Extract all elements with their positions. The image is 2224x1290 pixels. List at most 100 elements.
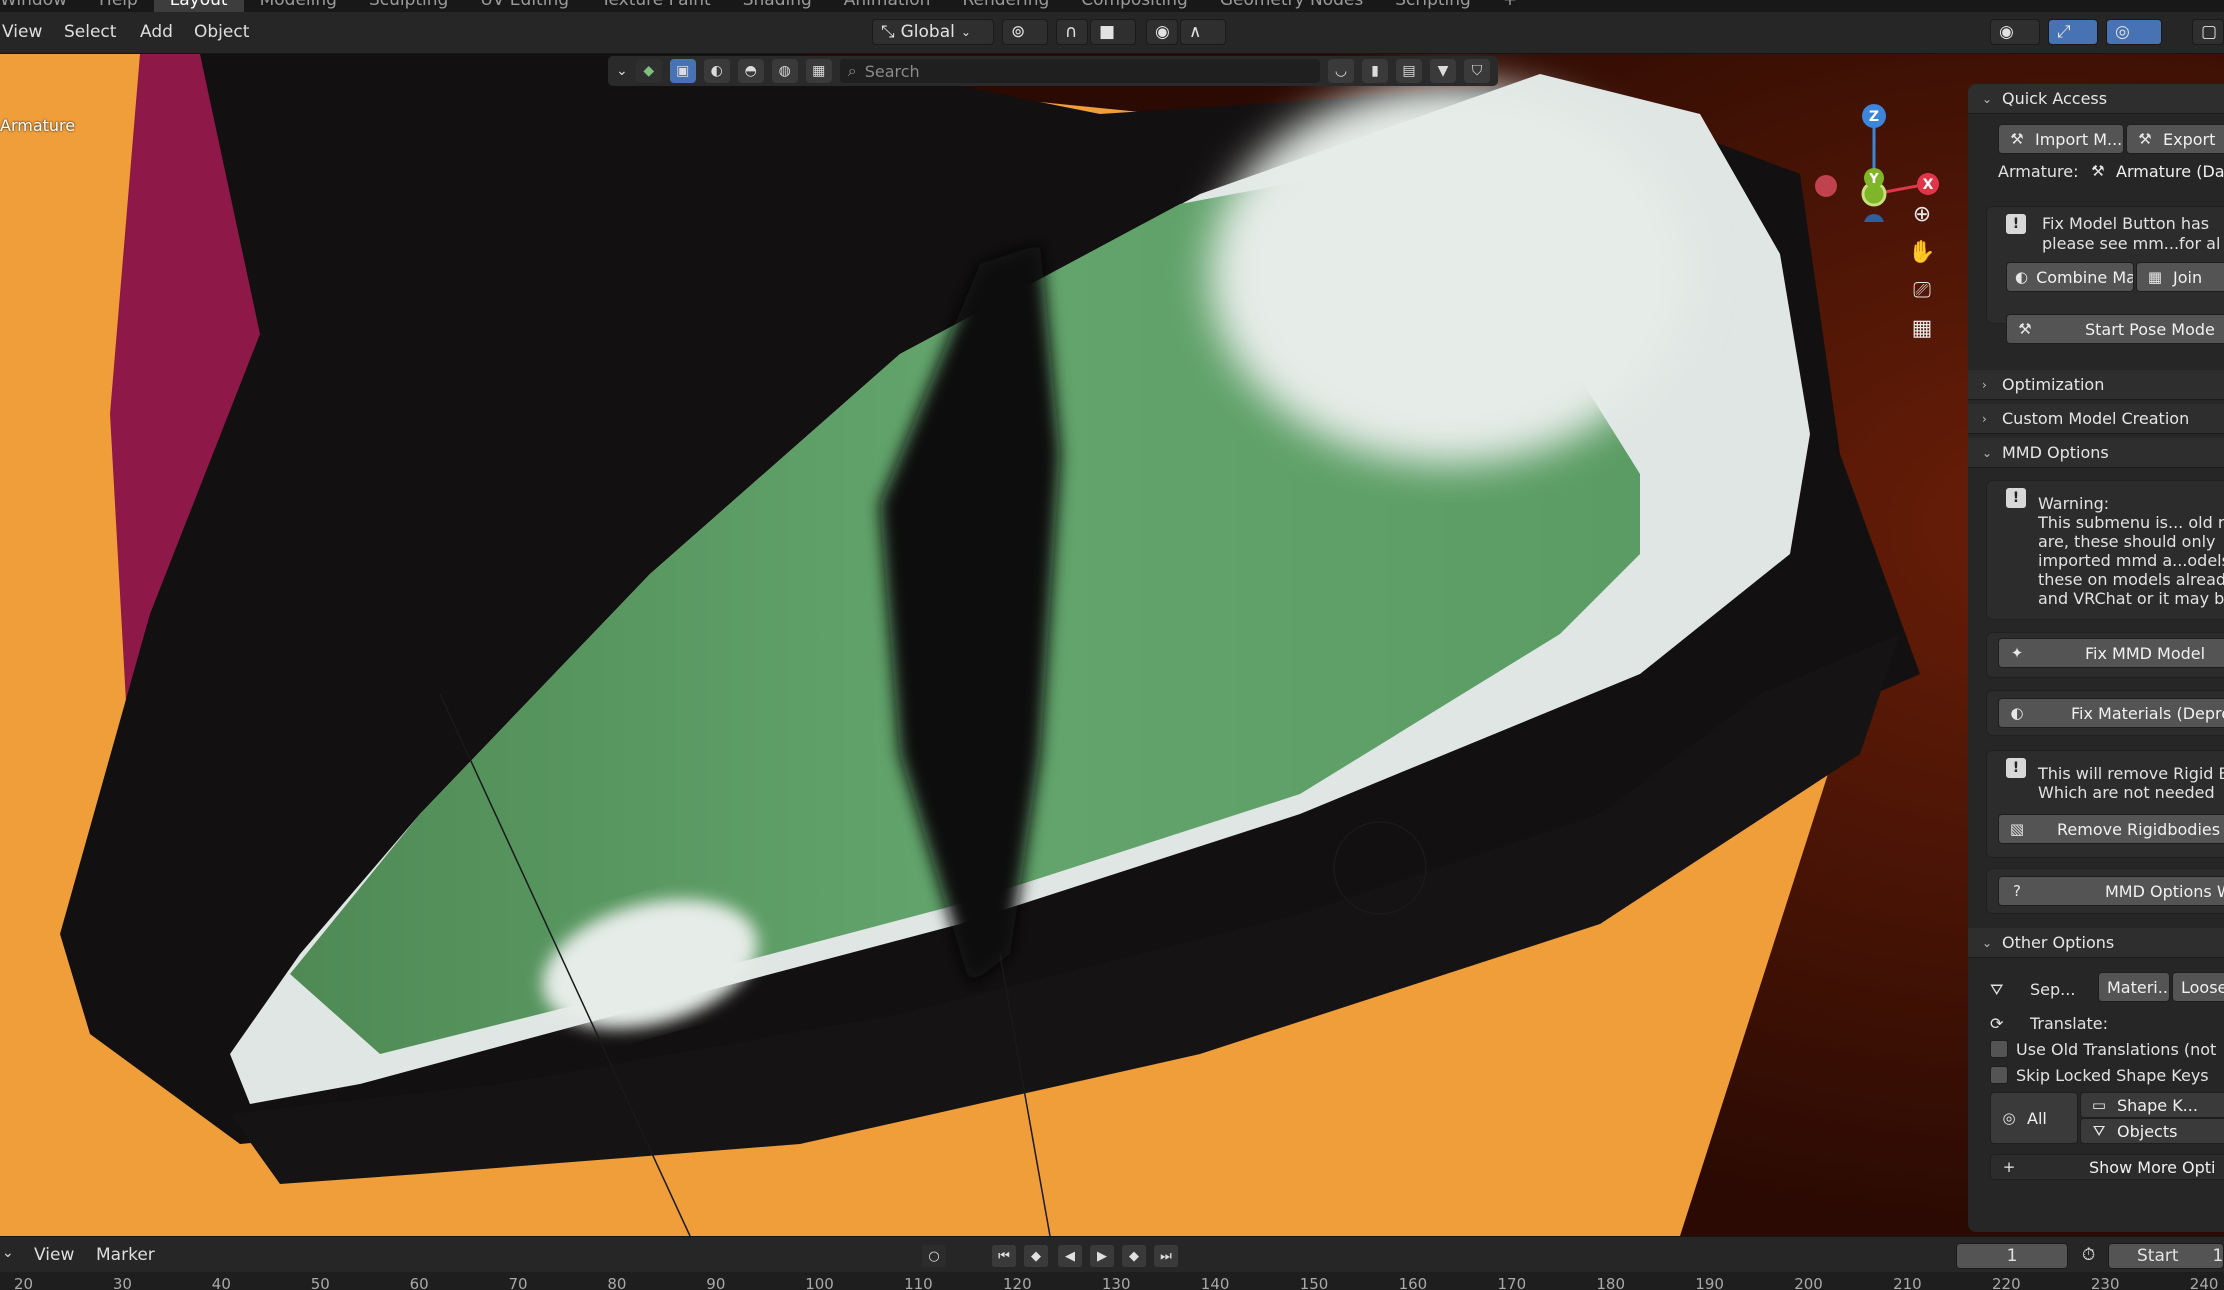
stopwatch-icon[interactable]: ⏱: [2082, 1245, 2095, 1265]
show-more-label: Show More Opti: [2089, 1157, 2216, 1177]
translate-all-button[interactable]: ◎ All: [1990, 1092, 2078, 1144]
mmd-options-header[interactable]: ⌄ MMD Options: [1968, 438, 2224, 468]
filter-icon[interactable]: ▼: [1430, 59, 1456, 83]
translate-shape-keys-button[interactable]: ▭ Shape K...: [2080, 1092, 2224, 1118]
use-old-translations-checkbox[interactable]: [1990, 1040, 2008, 1058]
optimization-header[interactable]: › Optimization: [1968, 370, 2224, 400]
xray-icon: ▢: [2201, 22, 2218, 42]
frame-tick-label: 50: [310, 1275, 330, 1290]
material-icon: ◐: [2010, 704, 2024, 722]
current-frame-field[interactable]: 1: [1956, 1243, 2068, 1269]
overlay-toggle[interactable]: ◎: [2106, 19, 2162, 45]
help-icon: ?: [2013, 882, 2021, 900]
mmd-options-wiki-button[interactable]: ? MMD Options W: [1998, 876, 2224, 906]
workspace-tab[interactable]: Animation: [828, 0, 947, 12]
workspace-tab[interactable]: Scripting: [1379, 0, 1487, 12]
shading-material-icon[interactable]: ◓: [737, 59, 764, 83]
camera-icon[interactable]: ⎚: [1908, 276, 1936, 304]
bookmark-icon[interactable]: ▮: [1362, 59, 1388, 83]
menu-view[interactable]: View: [2, 22, 42, 42]
menu-select[interactable]: Select: [64, 22, 116, 42]
workspace-tab[interactable]: Shading: [727, 0, 828, 12]
fix-materials-button[interactable]: ◐ Fix Materials (Depre: [1998, 698, 2224, 728]
remove-info-line-1: This will remove Rigid B: [2038, 764, 2224, 783]
chevron-down-icon[interactable]: ⌄: [616, 63, 628, 79]
gizmo-x-label: X: [1923, 177, 1934, 193]
gizmo-toggle[interactable]: ⤢: [2048, 19, 2098, 45]
workspace-tab[interactable]: Help: [83, 0, 154, 12]
workspace-tab[interactable]: UV Editing: [464, 0, 585, 12]
export-button[interactable]: ⚒ Export: [2126, 124, 2224, 154]
orientation-icon: ⤡: [881, 22, 895, 42]
show-more-options-button[interactable]: + Show More Opti: [1990, 1154, 2224, 1180]
next-keyframe-icon[interactable]: ◆: [1122, 1245, 1146, 1267]
workspace-tab[interactable]: Geometry Nodes: [1204, 0, 1379, 12]
armature-selector[interactable]: ⚒ Armature (Da: [2080, 156, 2224, 186]
separate-materials-button[interactable]: Materi...: [2098, 972, 2170, 1002]
visibility-dropdown[interactable]: ◉: [1990, 19, 2040, 45]
3d-viewport[interactable]: ⌄ ◆ ▣ ◐ ◓ ◍ ▦ ⌕ Search ◡ ▮ ▤ ▼ ⛉ Armatur…: [0, 54, 2224, 1236]
layout-icon[interactable]: ▤: [1396, 59, 1422, 83]
shading-rendered-icon[interactable]: ◍: [771, 59, 798, 83]
workspace-tab[interactable]: +: [1487, 0, 1533, 12]
fix-mmd-model-button[interactable]: ✦ Fix MMD Model: [1998, 638, 2224, 668]
start-pose-mode-button[interactable]: ⚒ Start Pose Mode: [2006, 314, 2224, 344]
timeline-menu-marker[interactable]: Marker: [96, 1245, 155, 1265]
mesh-grid-icon: ▦: [2147, 268, 2163, 286]
object-type-icon[interactable]: ◆: [635, 59, 662, 83]
custom-model-header[interactable]: › Custom Model Creation: [1968, 404, 2224, 434]
jump-start-icon[interactable]: ⏮: [992, 1245, 1016, 1267]
search-input[interactable]: ⌕ Search: [839, 59, 1320, 83]
snap-target-dropdown[interactable]: ■: [1090, 19, 1136, 45]
frame-tick-label: 150: [1299, 1275, 1329, 1290]
join-meshes-button[interactable]: ▦ Join: [2136, 262, 2224, 292]
quick-access-header[interactable]: ⌄ Quick Access: [1968, 84, 2224, 114]
jump-end-icon[interactable]: ⏭: [1154, 1245, 1178, 1267]
snap-grid-icon[interactable]: ▦: [805, 59, 832, 83]
translate-objects-button[interactable]: ⛛ Objects: [2080, 1118, 2224, 1144]
select-box-icon[interactable]: ▣: [669, 59, 696, 83]
start-frame-field[interactable]: Start 1: [2108, 1243, 2224, 1269]
timeline-menu-view[interactable]: View: [34, 1245, 74, 1265]
zoom-icon[interactable]: ⊕: [1908, 200, 1936, 228]
play-icon[interactable]: ▶: [1090, 1245, 1114, 1267]
frame-tick-label: 170: [1497, 1275, 1527, 1290]
hand-pan-icon[interactable]: ✋: [1908, 238, 1936, 266]
workspace-tab[interactable]: Sculpting: [353, 0, 464, 12]
skip-locked-checkbox[interactable]: [1990, 1066, 2008, 1084]
menu-add[interactable]: Add: [140, 22, 173, 42]
shading-solid-icon[interactable]: ◐: [703, 59, 730, 83]
other-options-header[interactable]: ⌄ Other Options: [1968, 928, 2224, 958]
proportional-edit-toggle[interactable]: ◉: [1146, 19, 1178, 45]
keying-icon[interactable]: ○: [922, 1245, 946, 1267]
separate-loose-button[interactable]: Loose: [2172, 972, 2224, 1002]
workspace-tab[interactable]: Modeling: [244, 0, 353, 12]
xray-toggle[interactable]: ▢: [2192, 19, 2224, 45]
workspace-tab[interactable]: Layout: [153, 0, 244, 12]
chevron-down-icon[interactable]: ⌄: [2, 1245, 14, 1261]
eye-icon: ◉: [1999, 22, 2014, 42]
prev-keyframe-icon[interactable]: ◆: [1024, 1245, 1048, 1267]
gizmo-y-label: Y: [1868, 172, 1879, 187]
workspace-tab[interactable]: Texture Paint: [585, 0, 727, 12]
menu-object[interactable]: Object: [194, 22, 249, 42]
workspace-tab[interactable]: Rendering: [946, 0, 1065, 12]
all-label: All: [2027, 1108, 2047, 1128]
play-reverse-icon[interactable]: ◀: [1058, 1245, 1082, 1267]
falloff-dropdown[interactable]: ∧: [1180, 19, 1226, 45]
shield-icon[interactable]: ⛉: [1464, 59, 1490, 83]
workspace-tab[interactable]: Window: [0, 0, 83, 12]
snap-toggle[interactable]: ∩: [1056, 19, 1088, 45]
warning-line-5: and VRChat or it may b: [2038, 589, 2224, 608]
combine-materials-button[interactable]: ◐ Combine Ma...: [2006, 262, 2134, 292]
warning-title: Warning:: [2038, 494, 2110, 513]
workspace-tab[interactable]: Compositing: [1065, 0, 1204, 12]
overlay-icon: ◎: [2115, 22, 2130, 42]
remove-rigidbodies-button[interactable]: ▧ Remove Rigidbodies a: [1998, 814, 2224, 844]
perspective-grid-icon[interactable]: ▦: [1908, 314, 1936, 342]
transform-orientation-dropdown[interactable]: ⤡ Global ⌄: [872, 19, 994, 45]
timeline-ruler[interactable]: 20 30 40 50 60 70 80 90 100 110 120 130 140 150 160 170…: [0, 1272, 2224, 1290]
pivot-point-dropdown[interactable]: ⊚: [1002, 19, 1048, 45]
curve-icon[interactable]: ◡: [1328, 59, 1354, 83]
import-model-button[interactable]: ⚒ Import M...: [1998, 124, 2124, 154]
